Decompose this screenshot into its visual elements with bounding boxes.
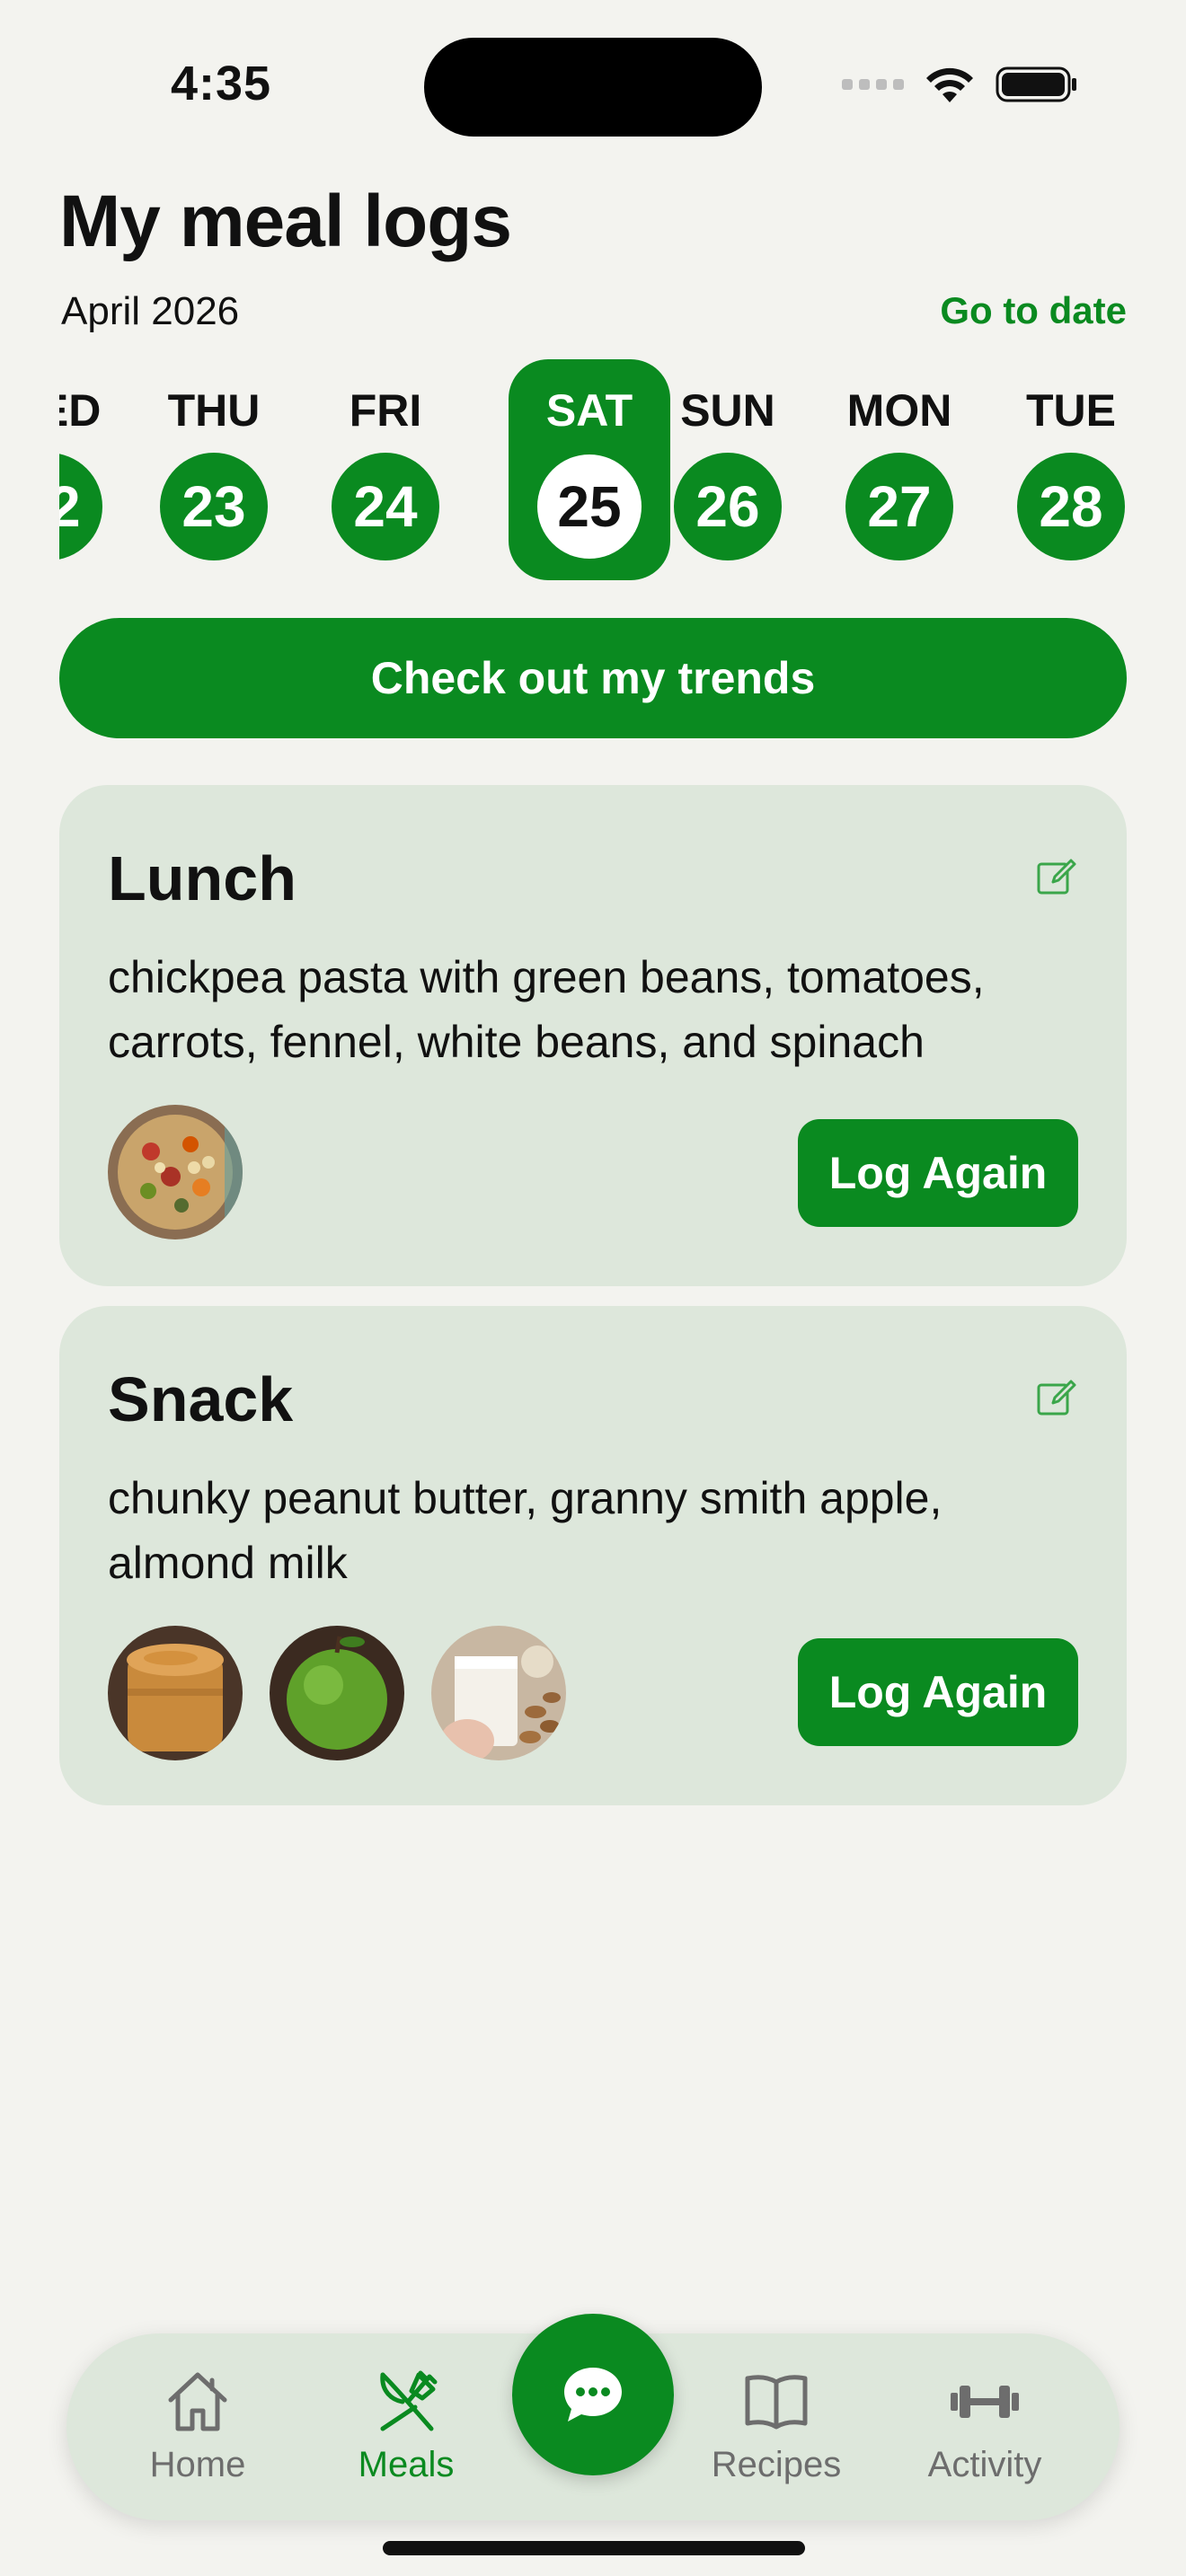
log-again-button[interactable]: Log Again xyxy=(798,1119,1078,1227)
meal-photos xyxy=(108,1626,566,1760)
status-indicators xyxy=(842,65,1078,104)
day-number: 22 xyxy=(59,453,102,560)
day-number: 23 xyxy=(160,453,268,560)
day-number: 25 xyxy=(537,454,642,559)
chat-bubble-icon xyxy=(564,2368,622,2422)
tab-home[interactable]: Home xyxy=(108,2366,288,2485)
current-month: April 2026 xyxy=(61,289,240,333)
meal-description: chunky peanut butter, granny smith apple… xyxy=(108,1473,943,1588)
meal-logs-screen: 4:35 My meal logs April 2026 Go to date … xyxy=(0,0,1186,2576)
cellular-signal-icon xyxy=(842,79,904,90)
edit-icon[interactable] xyxy=(1035,855,1078,898)
meal-photo[interactable] xyxy=(108,1626,243,1760)
tab-activity[interactable]: Activity xyxy=(895,2366,1075,2485)
tab-meals[interactable]: Meals xyxy=(316,2366,496,2485)
day-name: THU xyxy=(167,385,261,436)
chat-button[interactable] xyxy=(512,2314,674,2475)
meal-title: Lunch xyxy=(108,843,296,913)
meal-photo[interactable] xyxy=(431,1626,566,1760)
open-book-icon xyxy=(745,2375,808,2430)
meal-title: Snack xyxy=(108,1364,294,1434)
trends-button[interactable]: Check out my trends xyxy=(59,618,1127,738)
day-number: 27 xyxy=(845,453,953,560)
day-name: SAT xyxy=(545,385,633,436)
tab-label: Activity xyxy=(927,2445,1042,2484)
go-to-date-link[interactable]: Go to date xyxy=(940,289,1127,332)
status-time: 4:35 xyxy=(171,57,272,110)
calendar-day-thu[interactable]: THU 23 xyxy=(133,359,295,580)
day-number: 26 xyxy=(674,453,782,560)
day-name: FRI xyxy=(349,385,422,436)
day-number: 24 xyxy=(332,453,439,560)
tab-label: Meals xyxy=(358,2445,455,2484)
edit-icon[interactable] xyxy=(1035,1376,1078,1419)
day-name: WED xyxy=(59,385,102,436)
home-indicator[interactable] xyxy=(383,2541,805,2555)
house-icon xyxy=(168,2372,227,2431)
tab-label: Recipes xyxy=(711,2445,842,2484)
calendar-day-fri[interactable]: FRI 24 xyxy=(305,359,466,580)
calendar-day-wed[interactable]: WED 22 xyxy=(59,359,129,580)
log-again-button[interactable]: Log Again xyxy=(798,1638,1078,1746)
meal-photo[interactable] xyxy=(108,1105,243,1239)
wifi-icon xyxy=(926,67,973,102)
day-name: TUE xyxy=(1026,385,1116,436)
calendar-day-mon[interactable]: MON 27 xyxy=(819,359,980,580)
meal-description: chickpea pasta with green beans, tomatoe… xyxy=(108,952,985,1067)
page-title: My meal logs xyxy=(59,181,512,262)
day-number: 28 xyxy=(1017,453,1125,560)
dynamic-island xyxy=(424,38,762,137)
calendar-day-tue[interactable]: TUE 28 xyxy=(990,359,1127,580)
meal-card-lunch[interactable]: Lunch chickpea pasta with green beans, t… xyxy=(59,785,1127,1286)
meal-card-snack[interactable]: Snack chunky peanut butter, granny smith… xyxy=(59,1306,1127,1805)
day-name: SUN xyxy=(680,385,775,436)
calendar-day-sat-selected[interactable]: SAT 25 xyxy=(509,359,670,580)
calendar-day-sun[interactable]: SUN 26 xyxy=(647,359,809,580)
fork-knife-icon xyxy=(380,2370,438,2431)
tab-recipes[interactable]: Recipes xyxy=(686,2366,866,2485)
meal-photos xyxy=(108,1105,243,1239)
battery-icon xyxy=(996,66,1076,102)
dumbbell-icon xyxy=(951,2386,1019,2418)
week-calendar-strip[interactable]: WED 22 THU 23 FRI 24 SAT 25 SUN 26 MON 2… xyxy=(59,359,1127,584)
meal-photo[interactable] xyxy=(270,1626,404,1760)
day-name: MON xyxy=(846,385,952,436)
tab-label: Home xyxy=(149,2445,246,2484)
